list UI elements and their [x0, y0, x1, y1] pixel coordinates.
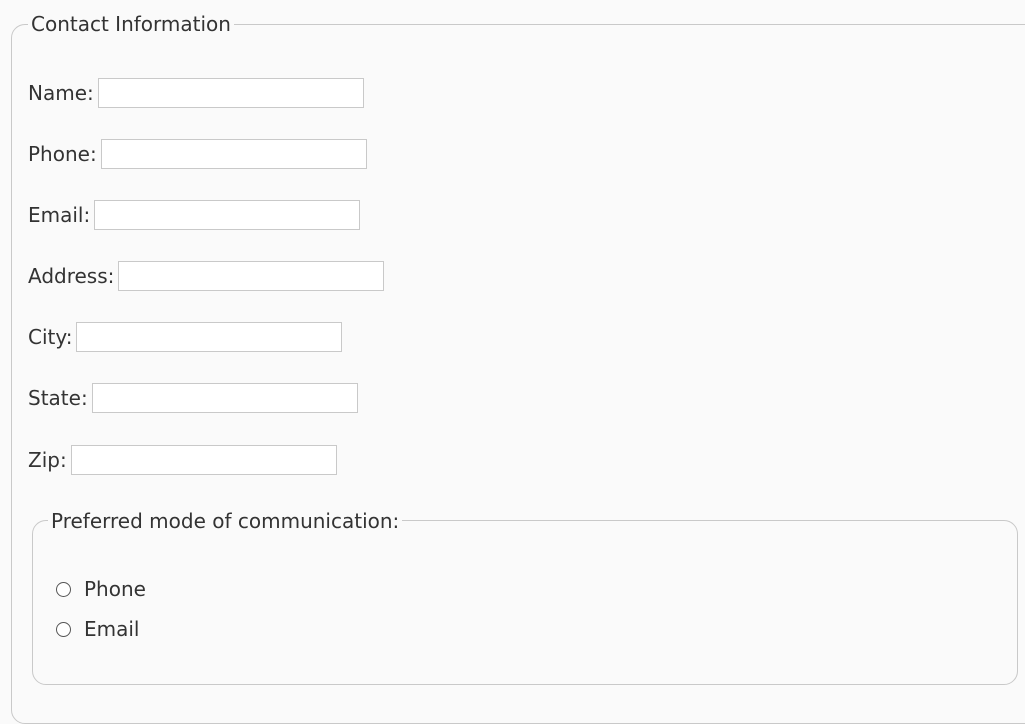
address-label: Address:	[28, 264, 115, 288]
phone-radio-button[interactable]	[56, 581, 71, 597]
state-label: State:	[28, 386, 88, 410]
phone-row: Phone:	[28, 139, 367, 169]
email-radio-label[interactable]: Email	[84, 616, 140, 642]
communication-legend: Preferred mode of communication:	[48, 509, 403, 533]
radio-option-phone[interactable]: Phone	[56, 576, 146, 602]
city-label: City:	[28, 325, 73, 349]
zip-input[interactable]	[70, 445, 337, 475]
contact-information-legend: Contact Information	[28, 12, 234, 36]
address-input[interactable]	[118, 261, 385, 291]
name-row: Name:	[28, 78, 364, 108]
communication-fieldset	[32, 520, 1018, 685]
zip-row: Zip:	[28, 445, 337, 475]
name-label: Name:	[28, 81, 94, 105]
phone-radio-label[interactable]: Phone	[84, 576, 146, 602]
state-input[interactable]	[91, 383, 358, 413]
radio-option-email[interactable]: Email	[56, 616, 140, 642]
phone-label: Phone:	[28, 142, 97, 166]
zip-label: Zip:	[28, 448, 67, 472]
phone-input[interactable]	[100, 139, 367, 169]
city-row: City:	[28, 322, 343, 352]
name-input[interactable]	[97, 78, 364, 108]
email-label: Email:	[28, 203, 91, 227]
state-row: State:	[28, 383, 358, 413]
address-row: Address:	[28, 261, 385, 291]
email-input[interactable]	[94, 200, 361, 230]
email-radio-button[interactable]	[56, 621, 71, 637]
email-row: Email:	[28, 200, 361, 230]
city-input[interactable]	[76, 322, 343, 352]
